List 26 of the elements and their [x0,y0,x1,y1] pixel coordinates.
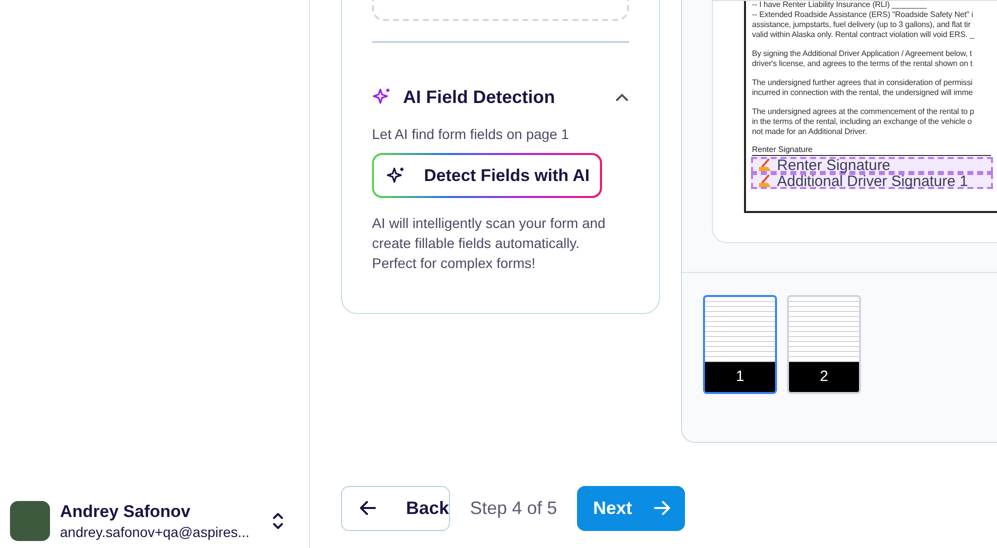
chevron-icon[interactable] [615,92,629,102]
avatar-placeholder [10,501,50,541]
signature-label: Renter Signature [752,145,814,155]
document-paragraph: By signing the Additional Driver Application / Agreement below, t driver's license, and agrees to the terms of the rental shown on t [752,49,974,69]
document-paragraph: The undersigned agrees at the commencement of the rental to p in the terms of the rental, including an exchange of the vehicle o not made for an Additional Driver. [752,107,976,137]
writing-hand-icon [757,158,773,172]
sparkle-icon [386,166,406,186]
section-subtitle: Let AI find form fields on page 1 [372,125,570,144]
arrow-left-icon [360,501,376,515]
next-button[interactable]: Next [577,486,686,530]
arrow-right-icon [654,501,670,515]
signature-field[interactable]: Renter Signature [751,157,993,173]
signature-field[interactable]: Additional Driver Signature 1 [751,173,993,189]
document-paragraph: -- I have Renter Liability Insurance (RLI) ________ -- Extended Roadside Assistance (ERS) "Roadside Safety Net" i assistance, jumpstarts, fuel delivery (up to 3 gallons), and flat tir valid within Alaska only. Rental contract violation will void ERS. _ [752,1,976,40]
document-paragraph: The undersigned further agrees that in consideration of permissi incurred in connection with the rental, the undersigned will imme [752,78,974,98]
section-title: AI Field Detection [403,86,556,108]
back-button[interactable]: Back [341,486,450,530]
user-name: Andrey Safonov [60,501,192,523]
page-thumbnail[interactable]: 1 [703,295,777,394]
page-thumbnail[interactable]: 2 [787,295,861,394]
user-email: andrey.safonov+qa@aspires... [60,523,250,541]
section-description: AI will intelligently scan your form and create fillable fields automatically. Perfect for complex forms! [372,214,606,273]
detect-fields-button[interactable]: Detect Fields with AI [372,153,602,198]
writing-hand-icon [757,174,773,188]
step-indicator: Step 4 of 5 [470,496,558,520]
chevron-up-down-icon[interactable] [271,511,285,531]
